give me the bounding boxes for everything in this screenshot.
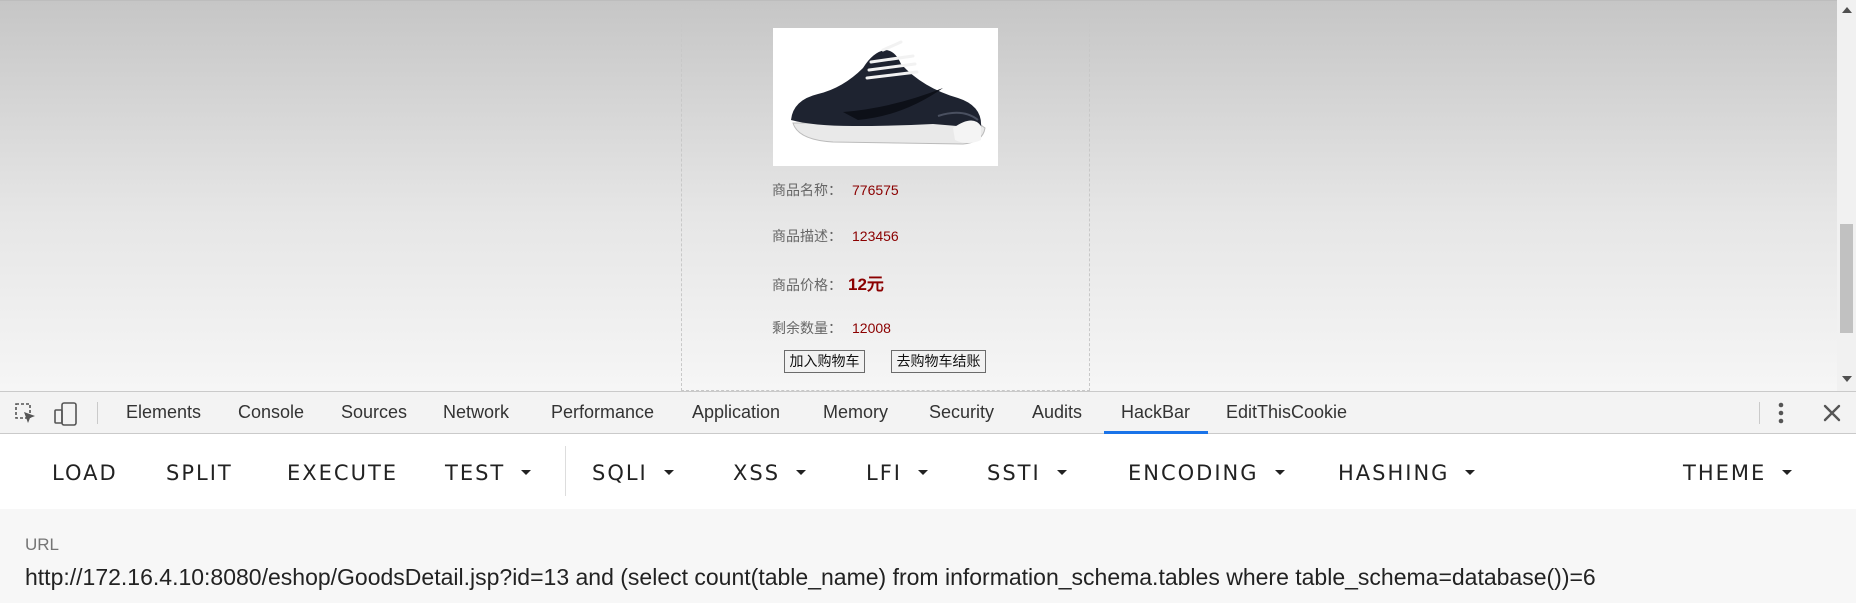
- url-label: URL: [25, 535, 60, 554]
- tab-network[interactable]: Network: [443, 392, 509, 433]
- ssti-label: SSTI: [987, 461, 1041, 485]
- device-toggle-icon[interactable]: [54, 402, 80, 431]
- tab-editthiscookie[interactable]: EditThisCookie: [1226, 392, 1347, 433]
- close-icon[interactable]: [1822, 403, 1842, 428]
- devtools-tab-bar: Elements Console Sources Network Perform…: [0, 391, 1856, 434]
- chevron-down-icon: [1782, 469, 1793, 475]
- product-name-label: 商品名称：: [772, 182, 842, 198]
- xss-label: XSS: [733, 461, 781, 485]
- product-desc-label: 商品描述：: [772, 228, 842, 244]
- chevron-down-icon: [663, 469, 674, 475]
- product-stock-value: 12008: [852, 320, 891, 336]
- product-name-value: 776575: [852, 182, 899, 198]
- theme-label: THEME: [1683, 461, 1767, 485]
- tab-console[interactable]: Console: [238, 392, 304, 433]
- product-desc-row: 商品描述： 123456: [772, 226, 899, 246]
- lfi-label: LFI: [866, 461, 902, 485]
- sqli-dropdown[interactable]: SQLI: [592, 461, 674, 485]
- theme-dropdown[interactable]: THEME: [1683, 461, 1793, 485]
- add-to-cart-button[interactable]: 加入购物车: [784, 350, 865, 373]
- chevron-down-icon: [1056, 469, 1067, 475]
- load-button[interactable]: LOAD: [52, 461, 118, 485]
- chevron-down-icon: [917, 469, 928, 475]
- tab-elements[interactable]: Elements: [126, 392, 201, 433]
- toolbar-divider: [97, 402, 98, 424]
- toolbar-divider: [565, 446, 566, 496]
- url-input[interactable]: http://172.16.4.10:8080/eshop/GoodsDetai…: [25, 564, 1596, 591]
- hashing-dropdown[interactable]: HASHING: [1338, 461, 1476, 485]
- product-stock-row: 剩余数量： 12008: [772, 318, 891, 338]
- sneaker-icon: [791, 40, 986, 145]
- product-price-value: 12元: [848, 275, 884, 294]
- product-stock-label: 剩余数量：: [772, 320, 842, 336]
- chevron-down-icon: [1465, 469, 1476, 475]
- inspect-element-icon[interactable]: [14, 402, 38, 431]
- more-options-icon[interactable]: [1777, 401, 1785, 430]
- tab-hackbar[interactable]: HackBar: [1121, 392, 1190, 433]
- hackbar-toolbar: LOAD SPLIT EXECUTE TEST SQLI XSS LFI SST…: [0, 434, 1856, 509]
- execute-button[interactable]: EXECUTE: [287, 461, 398, 485]
- scroll-up-icon[interactable]: [1842, 7, 1852, 13]
- xss-dropdown[interactable]: XSS: [733, 461, 807, 485]
- url-panel: URL http://172.16.4.10:8080/eshop/GoodsD…: [0, 509, 1856, 603]
- tab-memory[interactable]: Memory: [823, 392, 888, 433]
- test-label: TEST: [445, 461, 506, 485]
- sneaker-image: [773, 28, 998, 166]
- page-viewport: 商品名称： 776575 商品描述： 123456 商品价格： 12元 剩余数量： 12…: [0, 0, 1837, 391]
- product-name-row: 商品名称： 776575: [772, 180, 899, 200]
- chevron-down-icon: [1274, 469, 1285, 475]
- encoding-label: ENCODING: [1128, 461, 1259, 485]
- test-dropdown[interactable]: TEST: [445, 461, 532, 485]
- checkout-button[interactable]: 去购物车结账: [891, 350, 986, 373]
- product-price-label: 商品价格：: [772, 277, 842, 293]
- tab-security[interactable]: Security: [929, 392, 994, 433]
- chevron-down-icon: [796, 469, 807, 475]
- tab-application[interactable]: Application: [692, 392, 780, 433]
- tab-sources[interactable]: Sources: [341, 392, 407, 433]
- chevron-down-icon: [521, 469, 532, 475]
- lfi-dropdown[interactable]: LFI: [866, 461, 928, 485]
- product-desc-value: 123456: [852, 228, 899, 244]
- ssti-dropdown[interactable]: SSTI: [987, 461, 1067, 485]
- sqli-label: SQLI: [592, 461, 648, 485]
- scroll-down-icon[interactable]: [1842, 376, 1852, 382]
- tab-audits[interactable]: Audits: [1032, 392, 1082, 433]
- page-scrollbar[interactable]: [1837, 0, 1856, 391]
- toolbar-divider: [1759, 402, 1760, 424]
- split-button[interactable]: SPLIT: [166, 461, 233, 485]
- tab-performance[interactable]: Performance: [551, 392, 654, 433]
- product-price-row: 商品价格： 12元: [772, 270, 884, 295]
- encoding-dropdown[interactable]: ENCODING: [1128, 461, 1285, 485]
- hashing-label: HASHING: [1338, 461, 1450, 485]
- scroll-thumb[interactable]: [1840, 224, 1853, 333]
